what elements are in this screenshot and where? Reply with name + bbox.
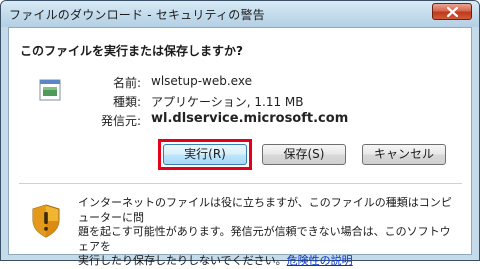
close-button[interactable] [432, 3, 472, 20]
save-button[interactable]: 保存(S) [262, 144, 346, 165]
title-bar[interactable]: ファイルのダウンロード - セキュリティの警告 [1, 1, 479, 27]
file-name: wlsetup-web.exe [151, 74, 252, 88]
divider [19, 183, 462, 184]
security-warning-dialog: ファイルのダウンロード - セキュリティの警告 このファイルを実行または保存しま… [0, 0, 480, 267]
warning-text: インターネットのファイルは役に立ちますが、このファイルの種類はコンピューターに問… [78, 196, 458, 269]
file-type: アプリケーション, 1.11 MB [151, 95, 304, 109]
from-label: 発信元: [100, 114, 141, 128]
close-icon [447, 7, 458, 17]
file-source: wl.dlservice.microsoft.com [151, 111, 349, 126]
window-title: ファイルのダウンロード - セキュリティの警告 [9, 8, 265, 22]
warning-line-1: インターネットのファイルは役に立ちますが、このファイルの種類はコンピューターに問 [78, 196, 452, 224]
warning-line-2: 題を起こす可能性があります。発信元が信頼できない場合は、このソフトウェアを [78, 225, 451, 253]
run-button[interactable]: 実行(R) [163, 144, 247, 165]
question-heading: このファイルを実行または保存しますか? [20, 44, 243, 58]
type-label: 種類: [112, 95, 141, 109]
cancel-button[interactable]: キャンセル [362, 144, 446, 165]
dialog-body: このファイルを実行または保存しますか? 名前: wlsetup-web.exe … [8, 27, 472, 267]
security-shield-icon [32, 204, 60, 238]
application-file-icon [39, 79, 61, 101]
name-label: 名前: [112, 76, 141, 90]
